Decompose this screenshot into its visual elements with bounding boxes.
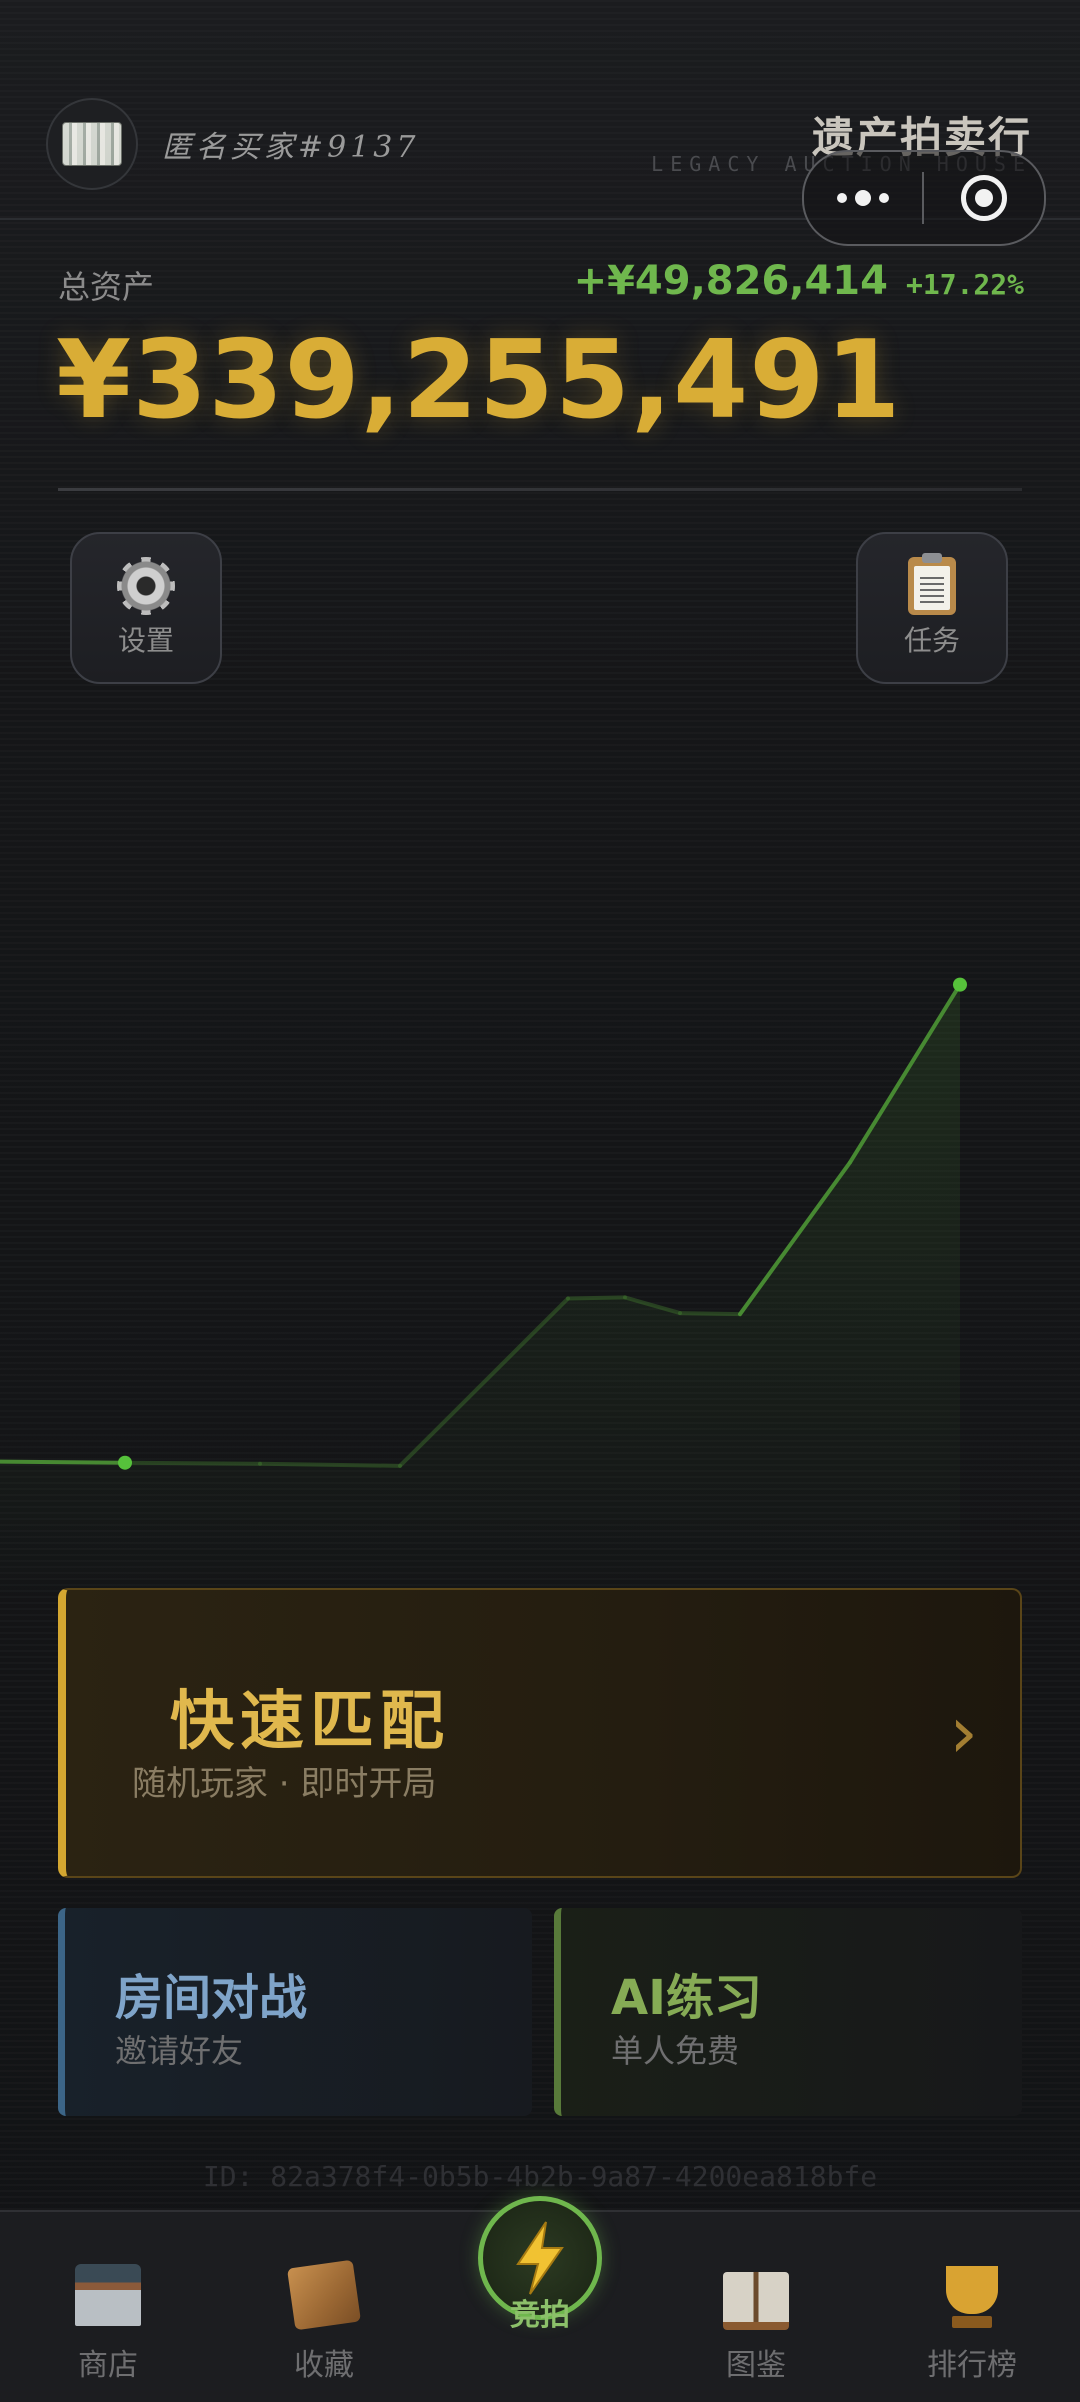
ai-practice-title: AI练习 <box>611 1970 763 2026</box>
ai-practice-subtitle: 单人免费 <box>611 2032 740 2070</box>
chevron-right-icon: › <box>949 1690 978 1774</box>
target-icon <box>961 175 1007 221</box>
nav-catalog-label: 图鉴 <box>726 2348 786 2383</box>
close-miniprogram-button[interactable] <box>924 175 1044 221</box>
user-id: ID: 82a378f4-0b5b-4b2b-9a87-4200ea818bfe <box>202 2160 878 2193</box>
tasks-button[interactable]: 任务 <box>856 532 1008 684</box>
room-battle-button[interactable]: 房间对战 邀请好友 <box>58 1908 532 2116</box>
store-icon <box>75 2264 141 2326</box>
settings-button[interactable]: 设置 <box>70 532 222 684</box>
chart-line-segment <box>123 1460 262 1466</box>
asset-history-chart <box>0 977 967 1600</box>
trophy-icon <box>946 2266 998 2314</box>
change-amount: +¥49,826,414 <box>573 258 888 304</box>
chart-area-fill <box>0 984 960 1600</box>
settings-label: 设置 <box>117 624 174 657</box>
nav-leaderboard-label: 排行榜 <box>927 2348 1017 2383</box>
asset-change: +¥49,826,414 +17.22% <box>574 258 1024 304</box>
room-battle-subtitle: 邀请好友 <box>115 2032 244 2070</box>
tasks-label: 任务 <box>903 624 960 657</box>
chart-point <box>953 977 967 992</box>
nav-collection-label: 收藏 <box>294 2348 354 2383</box>
nav-store-label: 商店 <box>78 2348 138 2383</box>
avatar[interactable] <box>46 98 138 190</box>
chart-line-segment <box>678 1311 742 1317</box>
quick-match-subtitle: 随机玩家 · 即时开局 <box>132 1764 437 1804</box>
nav-collection[interactable]: 收藏 <box>244 2258 404 2383</box>
chart-line-segment <box>566 1295 627 1301</box>
nav-catalog[interactable]: 图鉴 <box>676 2258 836 2383</box>
avatar-image <box>62 122 122 166</box>
box-icon <box>287 2259 361 2331</box>
assets-divider <box>58 488 1022 491</box>
quick-match-button[interactable]: 快速匹配 随机玩家 · 即时开局 › <box>58 1588 1022 1878</box>
change-percent: +17.22% <box>905 268 1024 301</box>
username: 匿名买家#9137 <box>162 130 420 165</box>
book-icon <box>723 2272 789 2330</box>
more-dot-icon <box>855 190 871 206</box>
nav-leaderboard[interactable]: 排行榜 <box>892 2258 1052 2383</box>
nav-auction-label: 竞拍 <box>510 2298 570 2333</box>
total-assets-label: 总资产 <box>58 268 155 306</box>
more-dot-icon <box>837 193 847 203</box>
clipboard-icon <box>908 553 956 615</box>
lightning-icon <box>516 2221 564 2295</box>
total-assets-value: ¥339,255,491 <box>56 318 902 443</box>
nav-store[interactable]: 商店 <box>28 2258 188 2383</box>
more-dot-icon <box>879 193 889 203</box>
miniprogram-capsule <box>802 150 1046 246</box>
ai-practice-button[interactable]: AI练习 单人免费 <box>554 1908 1022 2116</box>
room-battle-title: 房间对战 <box>115 1970 308 2026</box>
more-options-button[interactable] <box>804 152 922 244</box>
chart-line-segment <box>258 1461 402 1468</box>
chart-line-segment <box>0 1459 127 1465</box>
chart-point <box>118 1455 132 1470</box>
quick-match-title: 快速匹配 <box>170 1685 450 1759</box>
gear-icon <box>117 557 175 615</box>
